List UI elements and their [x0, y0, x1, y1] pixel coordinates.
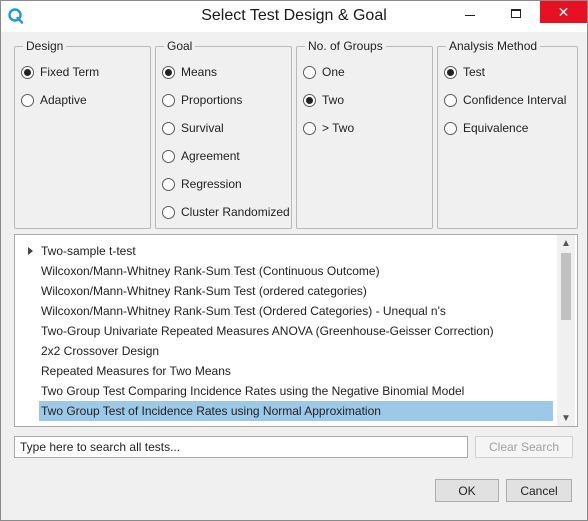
minimize-button[interactable]: [447, 1, 493, 25]
scroll-thumb[interactable]: [561, 253, 571, 320]
goal-option-survival[interactable]: Survival: [162, 120, 224, 136]
goal-group-title: Goal: [164, 39, 196, 53]
design-option-adaptive[interactable]: Adaptive: [21, 92, 87, 108]
radio-label: Confidence Interval: [463, 93, 567, 107]
radio-label: One: [322, 65, 345, 79]
radio-label: Proportions: [181, 93, 243, 107]
clear-search-button[interactable]: Clear Search: [475, 436, 573, 458]
test-list[interactable]: Two-sample t-test Wilcoxon/Mann-Whitney …: [14, 234, 578, 427]
radio-button[interactable]: [444, 121, 457, 135]
radio-label: Regression: [181, 177, 242, 191]
radio-button[interactable]: [444, 93, 457, 107]
design-group: Design Fixed Term Adaptive: [14, 39, 151, 229]
goal-option-cluster-randomized[interactable]: Cluster Randomized: [162, 204, 290, 220]
list-item[interactable]: Two-Group Univariate Repeated Measures A…: [41, 321, 494, 341]
maximize-icon: [511, 8, 521, 18]
list-item[interactable]: Repeated Measures for Two Means: [41, 361, 231, 381]
list-item[interactable]: Two-sample t-test: [41, 241, 136, 261]
radio-label: > Two: [322, 121, 355, 135]
cancel-button[interactable]: Cancel: [506, 479, 572, 502]
close-icon: ✕: [557, 3, 570, 20]
ok-button[interactable]: OK: [435, 479, 499, 502]
groups-count-group-title: No. of Groups: [305, 39, 386, 53]
radio-label: Fixed Term: [40, 65, 100, 79]
expand-arrow-icon[interactable]: [28, 247, 33, 255]
radio-label: Test: [463, 65, 486, 79]
goal-group: Goal Means Proportions Survival Agreemen…: [155, 39, 292, 229]
list-item[interactable]: Two Group Test Comparing Incidence Rates…: [41, 381, 464, 401]
goal-option-proportions[interactable]: Proportions: [162, 92, 242, 108]
radio-label: Two: [322, 93, 345, 107]
design-option-fixed-term[interactable]: Fixed Term: [21, 64, 99, 80]
list-item[interactable]: 2x2 Crossover Design: [41, 341, 159, 361]
radio-label: Agreement: [181, 149, 240, 163]
radio-button[interactable]: [162, 93, 175, 107]
radio-label: Equivalence: [463, 121, 529, 135]
radio-label: Cluster Randomized: [181, 205, 290, 219]
analysis-method-group: Analysis Method Test Confidence Interval…: [437, 39, 578, 229]
analysis-option-equivalence[interactable]: Equivalence: [444, 120, 528, 136]
radio-button[interactable]: [162, 121, 175, 135]
maximize-button[interactable]: [493, 1, 539, 25]
radio-button[interactable]: [162, 149, 175, 163]
groups-option-two[interactable]: Two: [303, 92, 344, 108]
scroll-down-icon[interactable]: ▼: [557, 410, 575, 426]
radio-button[interactable]: [162, 177, 175, 191]
search-input[interactable]: [14, 436, 468, 458]
radio-button[interactable]: [162, 205, 175, 219]
analysis-method-group-title: Analysis Method: [446, 39, 541, 53]
radio-button[interactable]: [303, 121, 316, 135]
goal-option-means[interactable]: Means: [162, 64, 217, 80]
list-item[interactable]: Wilcoxon/Mann-Whitney Rank-Sum Test (Ord…: [41, 301, 446, 321]
radio-button[interactable]: [303, 65, 316, 79]
close-button[interactable]: ✕: [540, 1, 587, 23]
radio-label: Means: [181, 65, 218, 79]
analysis-option-confidence-interval[interactable]: Confidence Interval: [444, 92, 566, 108]
title-bar[interactable]: Select Test Design & Goal ✕: [1, 1, 587, 32]
groups-option-more-than-two[interactable]: > Two: [303, 120, 354, 136]
radio-button[interactable]: [21, 65, 34, 79]
list-item-selected[interactable]: Two Group Test of Incidence Rates using …: [39, 401, 553, 421]
radio-button[interactable]: [444, 65, 457, 79]
minimize-icon: [465, 14, 475, 16]
design-group-title: Design: [23, 39, 67, 53]
radio-button[interactable]: [162, 65, 175, 79]
goal-option-agreement[interactable]: Agreement: [162, 148, 240, 164]
scroll-up-icon[interactable]: ▲: [557, 235, 575, 251]
list-item[interactable]: Wilcoxon/Mann-Whitney Rank-Sum Test (ord…: [41, 281, 367, 301]
list-scrollbar[interactable]: ▲ ▼: [557, 235, 575, 426]
radio-button[interactable]: [303, 93, 316, 107]
dialog-window: Select Test Design & Goal ✕ Design Fixed…: [0, 0, 588, 521]
groups-option-one[interactable]: One: [303, 64, 345, 80]
radio-label: Survival: [181, 121, 224, 135]
list-item[interactable]: Wilcoxon/Mann-Whitney Rank-Sum Test (Con…: [41, 261, 380, 281]
radio-label: Adaptive: [40, 93, 87, 107]
radio-button[interactable]: [21, 93, 34, 107]
groups-count-group: No. of Groups One Two > Two: [296, 39, 433, 229]
goal-option-regression[interactable]: Regression: [162, 176, 242, 192]
analysis-option-test[interactable]: Test: [444, 64, 485, 80]
